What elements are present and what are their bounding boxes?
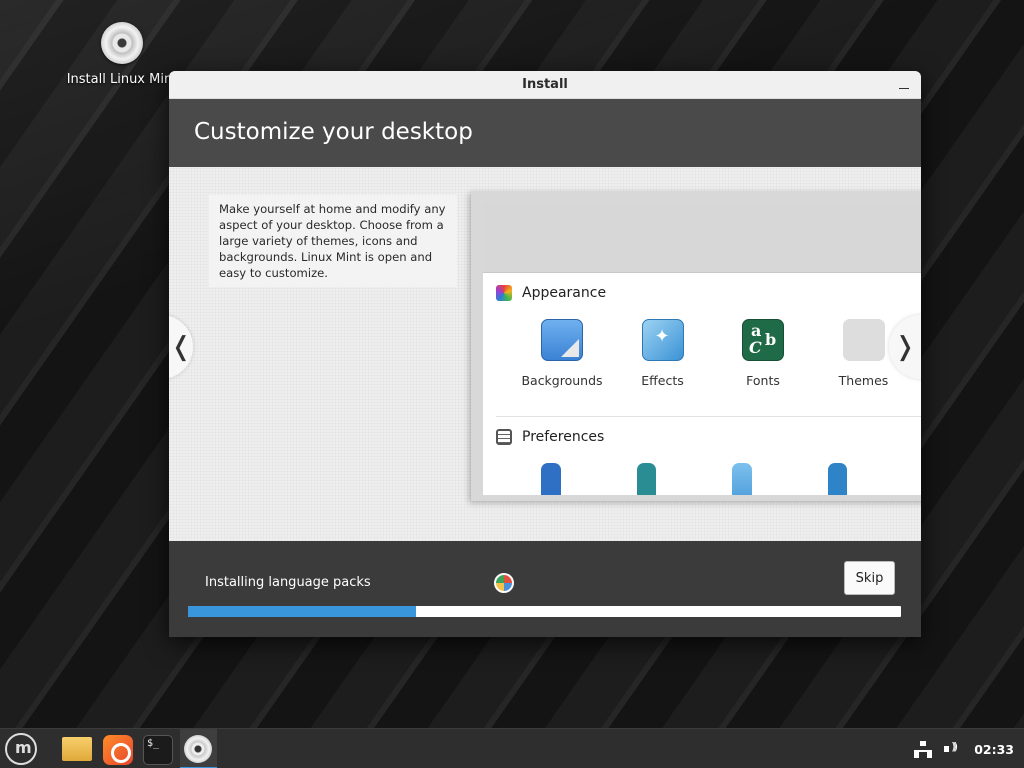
preview-frame: Appearance Backgrounds Effects a b <box>471 191 921 501</box>
file-manager-icon[interactable] <box>62 737 92 761</box>
tile-effects: Effects <box>622 319 723 388</box>
themes-icon <box>842 319 885 361</box>
account-icon <box>636 463 656 495</box>
settings-preview: Appearance Backgrounds Effects a b <box>483 203 921 495</box>
page-header: Customize your desktop <box>169 99 921 167</box>
network-icon[interactable] <box>914 741 933 758</box>
slideshow-content: Make yourself at home and modify any asp… <box>169 167 921 541</box>
window-title: Install <box>522 77 568 92</box>
folder-icon <box>732 463 752 495</box>
chevron-left-icon: ❬ <box>170 332 192 362</box>
tile-label: Fonts <box>746 373 780 388</box>
section-appearance: Appearance <box>483 273 921 301</box>
progress-bar-fill <box>188 606 417 617</box>
spinner-icon <box>494 573 514 593</box>
previous-slide-button[interactable]: ❬ <box>169 315 193 379</box>
appearance-tiles: Backgrounds Effects a b C Fonts <box>483 319 921 388</box>
backgrounds-icon <box>541 319 583 361</box>
terminal-icon[interactable]: $_ <box>143 735 173 765</box>
tile-label: Effects <box>641 373 684 388</box>
slide-description: Make yourself at home and modify any asp… <box>209 195 457 287</box>
section-title: Preferences <box>522 429 605 445</box>
section-preferences: Preferences <box>483 417 921 445</box>
disc-icon <box>184 735 212 763</box>
clock-icon <box>827 463 847 495</box>
window-titlebar[interactable]: Install <box>169 71 921 99</box>
minimize-button[interactable] <box>895 76 913 94</box>
mint-menu-icon[interactable] <box>5 733 37 765</box>
firefox-icon[interactable] <box>103 735 133 765</box>
tile-label: Themes <box>838 373 889 388</box>
preview-toolbar <box>483 203 921 273</box>
tile-fonts: a b C Fonts <box>722 319 823 388</box>
chevron-right-icon: ❭ <box>894 332 916 362</box>
tile-backgrounds: Backgrounds <box>521 319 622 388</box>
fonts-icon: a b C <box>742 319 784 361</box>
skip-button[interactable]: Skip <box>844 561 895 595</box>
desktop-icon-install[interactable]: Install Linux Mint <box>62 22 182 87</box>
page-title: Customize your desktop <box>194 119 473 145</box>
terminal-prompt: $_ <box>147 738 160 749</box>
system-tray: 02:33 <box>914 729 1014 768</box>
taskbar: $_ 02:33 <box>0 728 1024 768</box>
accessibility-icon <box>541 463 561 495</box>
volume-icon[interactable] <box>944 740 962 757</box>
effects-icon <box>641 319 684 361</box>
installer-window: Install Customize your desktop Make your… <box>169 71 921 637</box>
disc-icon <box>101 22 143 64</box>
tile-label: Backgrounds <box>521 373 603 388</box>
clock[interactable]: 02:33 <box>974 742 1014 757</box>
palette-icon <box>496 285 512 301</box>
status-text: Installing language packs <box>205 575 371 590</box>
desktop-icon-label: Install Linux Mint <box>66 72 178 87</box>
progress-bar <box>188 606 901 617</box>
preferences-tiles <box>483 463 921 495</box>
taskbar-install-window[interactable] <box>180 729 217 768</box>
progress-area: Installing language packs Skip <box>169 541 921 637</box>
preferences-icon <box>496 429 512 445</box>
section-title: Appearance <box>522 285 607 301</box>
